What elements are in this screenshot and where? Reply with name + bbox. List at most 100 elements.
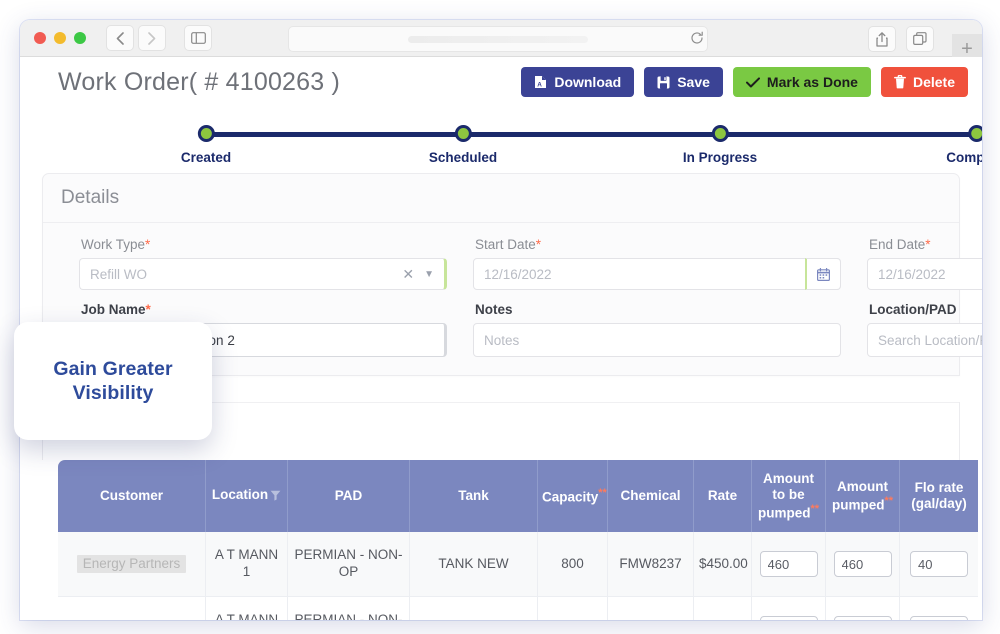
- column-header-capacity[interactable]: Capacity**: [538, 460, 608, 532]
- end-date-value: 12/16/2022: [878, 266, 946, 282]
- location-pad-input[interactable]: Search Location/PAD: [867, 323, 982, 357]
- stepper-step-created[interactable]: Created: [181, 113, 231, 165]
- chevron-down-icon[interactable]: ▼: [424, 269, 434, 280]
- table-header-row: Customer Location PAD Tank Capacity** Ch…: [58, 460, 978, 532]
- cell-tank: TANK 3E4: [410, 597, 538, 620]
- browser-toolbar: +: [20, 20, 982, 64]
- tanks-table: Customer Location PAD Tank Capacity** Ch…: [58, 460, 978, 620]
- work-type-select[interactable]: Refill WO ✕ ▼: [79, 258, 447, 290]
- stepper-step-complete[interactable]: Complete: [946, 113, 982, 165]
- visibility-callout: Gain Greater Visibility: [14, 322, 212, 440]
- form-row-spacer: [79, 292, 982, 300]
- location-pad-placeholder: Search Location/PAD: [878, 332, 982, 348]
- mark-as-done-button[interactable]: Mark as Done: [732, 67, 871, 97]
- column-header-tank[interactable]: Tank: [410, 460, 538, 532]
- page-title: Work Order( # 4100263 ): [58, 67, 341, 96]
- browser-right-actions: [868, 26, 934, 52]
- required-marker: **: [884, 494, 894, 507]
- cell-rate: $80.00: [694, 597, 752, 620]
- end-date-input[interactable]: 12/16/2022: [867, 258, 982, 290]
- cell-amount-to-be-pumped: [752, 597, 826, 620]
- save-button[interactable]: Save: [644, 67, 723, 97]
- stepper-node-icon: [968, 125, 982, 142]
- work-type-value: Refill WO: [90, 266, 147, 282]
- column-header-amount-to-be-pumped[interactable]: Amount to be pumped**: [752, 460, 826, 532]
- column-header-flo-rate[interactable]: Flo rate (gal/day): [900, 460, 978, 532]
- cell-location: A T MANN 1: [206, 532, 288, 597]
- delete-button[interactable]: Delete: [880, 67, 968, 97]
- column-header-location[interactable]: Location: [206, 460, 288, 532]
- download-button[interactable]: A Download: [521, 67, 635, 97]
- reload-icon[interactable]: [688, 29, 706, 47]
- cell-capacity: 900: [538, 597, 608, 620]
- amount-to-be-pumped-input[interactable]: [759, 616, 818, 620]
- stepper-step-scheduled[interactable]: Scheduled: [429, 113, 497, 165]
- callout-text: Gain Greater Visibility: [53, 357, 172, 406]
- workflow-stepper: Created Scheduled In Progress Complete: [20, 113, 982, 169]
- close-icon[interactable]: ✕: [402, 266, 414, 283]
- column-header-rate[interactable]: Rate: [694, 460, 752, 532]
- share-icon[interactable]: [868, 26, 896, 52]
- stepper-step-in-progress[interactable]: In Progress: [683, 113, 757, 165]
- notes-input[interactable]: Notes: [473, 323, 841, 357]
- filter-funnel-icon[interactable]: [270, 489, 281, 505]
- cell-customer: Energy Partners: [58, 597, 206, 620]
- customer-redacted-value: Energy Partners: [76, 554, 187, 574]
- callout-line-1: Gain Greater: [53, 357, 173, 380]
- cell-pad: PERMIAN - NON-OP: [288, 597, 410, 620]
- column-header-chemical[interactable]: Chemical: [608, 460, 694, 532]
- stepper-step-label: In Progress: [682, 150, 758, 165]
- maximize-window-button[interactable]: [74, 32, 86, 44]
- callout-line-2: Visibility: [72, 382, 154, 404]
- address-bar[interactable]: [288, 26, 708, 52]
- column-header-customer[interactable]: Customer: [58, 460, 206, 532]
- browser-window: + Work Order( # 4100263 ) A Download Sav…: [20, 20, 982, 620]
- check-icon: [745, 76, 760, 88]
- sidebar-toggle-icon[interactable]: [184, 25, 212, 51]
- mark-as-done-button-label: Mark as Done: [766, 74, 858, 90]
- cell-amount-to-be-pumped: [752, 532, 826, 597]
- back-icon[interactable]: [106, 25, 134, 51]
- end-date-field: End Date* 12/16/2022: [867, 237, 982, 290]
- delete-button-label: Delete: [912, 74, 955, 90]
- forward-icon[interactable]: [138, 25, 166, 51]
- column-header-pad[interactable]: PAD: [288, 460, 410, 532]
- tanks-table-wrap: Customer Location PAD Tank Capacity** Ch…: [42, 460, 978, 620]
- download-button-label: Download: [554, 74, 622, 90]
- screenshot-stage: + Work Order( # 4100263 ) A Download Sav…: [0, 0, 1000, 634]
- column-header-amount-pumped[interactable]: Amount pumped**: [826, 460, 900, 532]
- required-marker: *: [145, 302, 151, 317]
- required-marker: *: [145, 237, 151, 252]
- minimize-window-button[interactable]: [54, 32, 66, 44]
- amount-pumped-input[interactable]: [833, 551, 892, 577]
- close-window-button[interactable]: [34, 32, 46, 44]
- stepper-step-label: Complete: [946, 150, 982, 165]
- address-bar-text: [408, 35, 588, 43]
- table-row[interactable]: Energy Partners A T MANN 1 PERMIAN - NON…: [58, 532, 978, 597]
- cell-location: A T MANN 1: [206, 597, 288, 620]
- job-name-label: Job Name*: [81, 302, 151, 317]
- amount-to-be-pumped-input[interactable]: [759, 551, 818, 577]
- amount-pumped-input[interactable]: [833, 616, 892, 620]
- location-pad-field: Location/PAD Search Location/PAD: [867, 302, 982, 357]
- start-date-input[interactable]: 12/16/2022: [473, 258, 841, 290]
- notes-field: Notes Notes: [473, 302, 841, 357]
- stepper-node-icon: [711, 125, 729, 142]
- calendar-icon[interactable]: [805, 258, 841, 290]
- cell-tank: TANK NEW: [410, 532, 538, 597]
- required-marker: **: [598, 486, 607, 499]
- work-type-field: Work Type* Refill WO ✕ ▼: [79, 237, 447, 290]
- tanks-table-head: Customer Location PAD Tank Capacity** Ch…: [58, 460, 978, 532]
- cell-chemical: HSW4118: [608, 597, 694, 620]
- flo-rate-input[interactable]: [910, 551, 968, 577]
- stepper-track: [206, 132, 982, 137]
- cell-capacity: 800: [538, 532, 608, 597]
- flo-rate-input[interactable]: [910, 616, 968, 620]
- cell-amount-pumped: [826, 597, 900, 620]
- tab-overview-icon[interactable]: [906, 26, 934, 52]
- svg-text:A: A: [538, 82, 543, 89]
- notes-label: Notes: [475, 302, 513, 317]
- end-date-label: End Date*: [869, 237, 931, 252]
- stepper-node-icon: [454, 125, 472, 142]
- table-row[interactable]: Energy Partners A T MANN 1 PERMIAN - NON…: [58, 597, 978, 620]
